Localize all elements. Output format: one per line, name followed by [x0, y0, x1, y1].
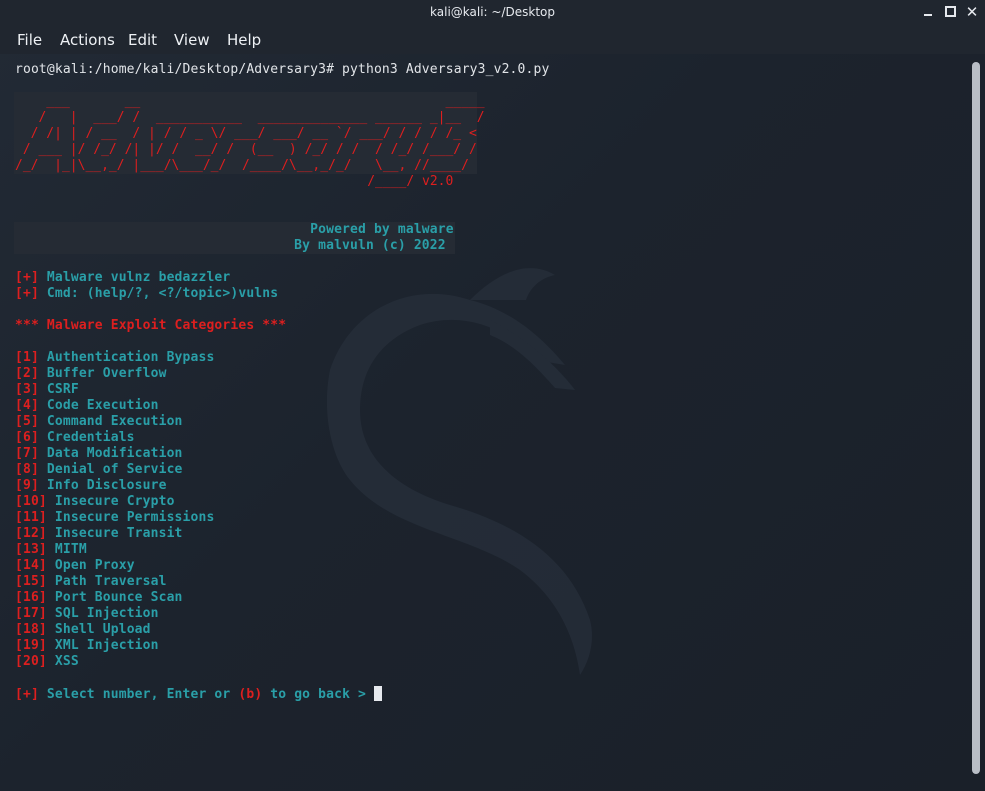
category-name: Insecure Crypto	[46, 494, 175, 509]
title-bar[interactable]: kali@kali: ~/Desktop ✕	[0, 0, 985, 26]
prompt-back-key: (b)	[238, 687, 263, 702]
category-item: [1] Authentication Bypass	[15, 350, 214, 366]
category-number: [7]	[15, 446, 39, 461]
category-item: [6] Credentials	[15, 430, 135, 446]
category-name: XML Injection	[46, 638, 159, 653]
info-text: Cmd: (help/?, <?/topic>)vulns	[38, 286, 279, 301]
menu-edit[interactable]: Edit	[128, 31, 157, 49]
category-item: [14] Open Proxy	[15, 558, 135, 574]
category-item: [7] Data Modification	[15, 446, 183, 462]
menu-view[interactable]: View	[174, 31, 210, 49]
terminal-window: kali@kali: ~/Desktop ✕ File Actions Edit…	[0, 0, 985, 791]
category-number: [17]	[15, 606, 47, 621]
category-number: [19]	[15, 638, 47, 653]
prompt-tag: [+]	[15, 687, 39, 702]
category-name: Info Disclosure	[38, 478, 167, 493]
category-name: Path Traversal	[46, 574, 167, 589]
command-line: root@kali:/home/kali/Desktop/Adversary3#…	[15, 62, 550, 77]
category-number: [4]	[15, 398, 39, 413]
category-number: [12]	[15, 526, 47, 541]
category-number: [5]	[15, 414, 39, 429]
category-number: [13]	[15, 542, 47, 557]
scrollbar[interactable]	[972, 62, 980, 774]
prompt-text-before: Select number, Enter or	[38, 687, 239, 702]
category-item: [4] Code Execution	[15, 398, 159, 414]
prompt-text-after: to go back >	[262, 687, 374, 702]
category-name: MITM	[46, 542, 87, 557]
maximize-icon[interactable]	[940, 2, 960, 22]
category-name: Insecure Permissions	[46, 510, 215, 525]
category-number: [15]	[15, 574, 47, 589]
category-number: [18]	[15, 622, 47, 637]
category-item: [2] Buffer Overflow	[15, 366, 167, 382]
menu-file[interactable]: File	[17, 31, 42, 49]
category-number: [6]	[15, 430, 39, 445]
category-number: [14]	[15, 558, 47, 573]
category-item: [9] Info Disclosure	[15, 478, 167, 494]
category-number: [2]	[15, 366, 39, 381]
category-item: [16] Port Bounce Scan	[15, 590, 183, 606]
category-item: [5] Command Execution	[15, 414, 183, 430]
category-item: [8] Denial of Service	[15, 462, 183, 478]
category-name: Buffer Overflow	[38, 366, 167, 381]
category-item: [12] Insecure Transit	[15, 526, 183, 542]
category-name: SQL Injection	[46, 606, 159, 621]
powered-by: Powered by malware	[15, 222, 454, 237]
category-item: [13] MITM	[15, 542, 87, 558]
credit-line: By malvuln (c) 2022	[15, 238, 446, 253]
category-item: [10] Insecure Crypto	[15, 494, 175, 510]
category-name: XSS	[46, 654, 79, 669]
category-name: Code Execution	[38, 398, 159, 413]
category-number: [1]	[15, 350, 39, 365]
category-name: Authentication Bypass	[38, 350, 215, 365]
select-prompt[interactable]: [+] Select number, Enter or (b) to go ba…	[15, 686, 382, 702]
info-tag: [+]	[15, 270, 39, 285]
category-item: [3] CSRF	[15, 382, 79, 398]
category-name: Credentials	[38, 430, 135, 445]
window-title: kali@kali: ~/Desktop	[430, 5, 555, 19]
info-line: [+] Malware vulnz bedazzler	[15, 270, 230, 286]
category-name: Data Modification	[38, 446, 183, 461]
category-name: CSRF	[38, 382, 79, 397]
category-number: [11]	[15, 510, 47, 525]
minimize-icon[interactable]	[918, 2, 938, 22]
info-line: [+] Cmd: (help/?, <?/topic>)vulns	[15, 286, 278, 302]
category-item: [15] Path Traversal	[15, 574, 167, 590]
category-name: Denial of Service	[38, 462, 183, 477]
menu-bar: File Actions Edit View Help	[0, 26, 985, 54]
category-name: Shell Upload	[46, 622, 151, 637]
info-tag: [+]	[15, 286, 39, 301]
terminal-output[interactable]: root@kali:/home/kali/Desktop/Adversary3#…	[0, 54, 970, 791]
categories-title: *** Malware Exploit Categories ***	[15, 318, 287, 333]
category-number: [8]	[15, 462, 39, 477]
category-number: [9]	[15, 478, 39, 493]
category-name: Insecure Transit	[46, 526, 183, 541]
category-number: [3]	[15, 382, 39, 397]
category-name: Open Proxy	[46, 558, 135, 573]
category-name: Command Execution	[38, 414, 183, 429]
category-number: [20]	[15, 654, 47, 669]
category-number: [10]	[15, 494, 47, 509]
category-item: [20] XSS	[15, 654, 79, 670]
info-text: Malware vulnz bedazzler	[38, 270, 231, 285]
menu-actions[interactable]: Actions	[60, 31, 115, 49]
adversary3-banner: ___ __ _____ / | ___/ / ___________ ____…	[15, 94, 485, 189]
menu-help[interactable]: Help	[227, 31, 261, 49]
category-item: [11] Insecure Permissions	[15, 510, 214, 526]
category-item: [18] Shell Upload	[15, 622, 151, 638]
text-cursor	[373, 686, 382, 701]
category-item: [17] SQL Injection	[15, 606, 159, 622]
category-item: [19] XML Injection	[15, 638, 159, 654]
category-name: Port Bounce Scan	[46, 590, 183, 605]
category-number: [16]	[15, 590, 47, 605]
close-icon[interactable]: ✕	[962, 2, 982, 22]
